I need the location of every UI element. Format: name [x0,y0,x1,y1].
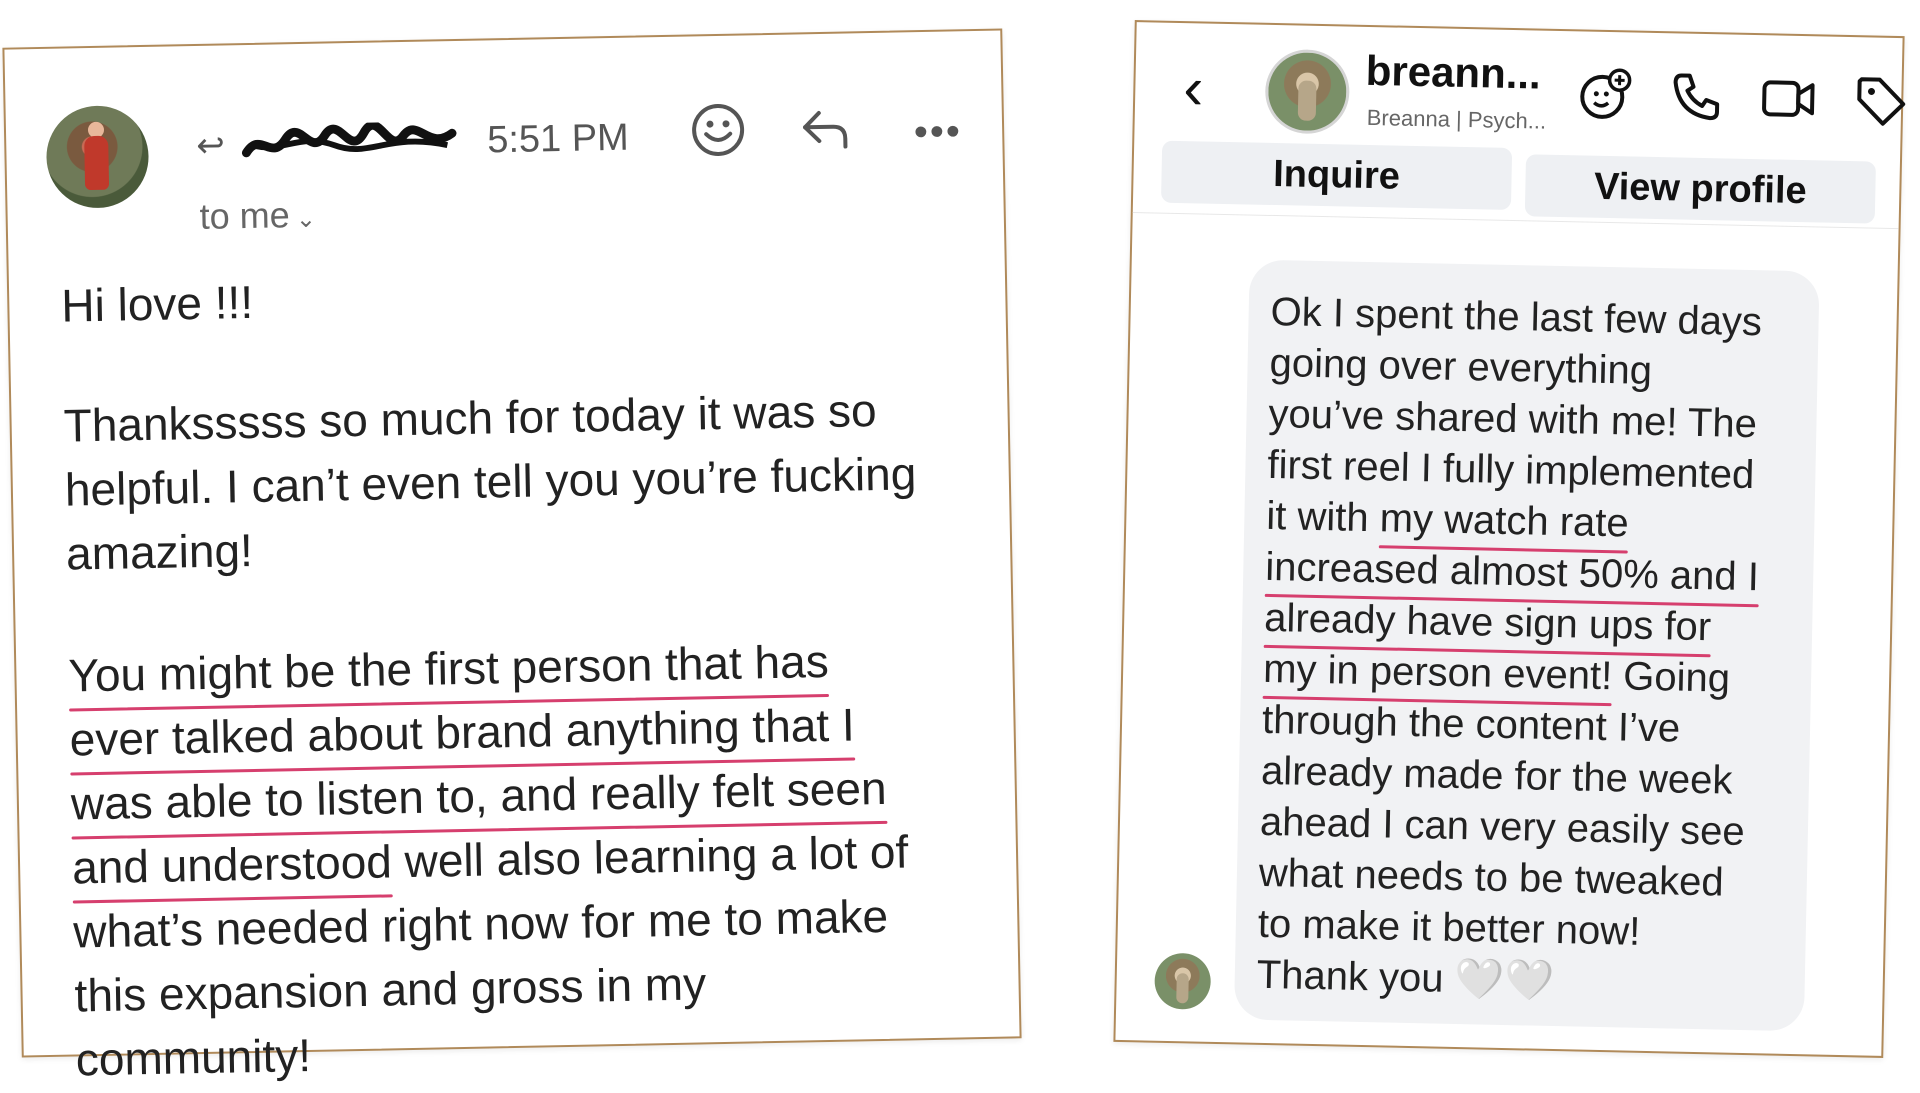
smiley-icon[interactable] [684,101,754,170]
highlighted-text: and understood [72,829,393,899]
more-horizontal-icon[interactable]: ••• [903,109,973,155]
dm-header: ‹ breann... Breanna | Psych... Inquire V… [1132,22,1906,230]
chevron-down-icon: ⌄ [295,205,317,234]
redacted-sender-name [242,121,457,158]
view-profile-button[interactable]: View profile [1524,154,1876,224]
sender-small-avatar[interactable] [1154,952,1212,1010]
recipient-toggle[interactable]: to me ⌄ [199,194,316,238]
back-chevron-icon[interactable]: ‹ [1183,53,1204,122]
add-emoji-icon[interactable] [1575,65,1634,124]
contact-subtitle: Breanna | Psych... [1366,104,1547,134]
email-time: 5:51 PM [486,116,630,161]
email-card: ↩ 5:51 PM ••• to me ⌄ Hi love !!! Thanks… [2,28,1022,1085]
text-segment: it with [1265,493,1381,541]
text-segment: Going [1611,654,1731,701]
dm-actions [1575,65,1910,130]
message-text: Ok I spent the last few days going over … [1256,287,1831,1013]
paragraph-2: You might be the first person that has e… [68,626,996,1092]
sender-avatar[interactable] [45,104,150,209]
reply-icon[interactable] [790,104,860,163]
dm-card: ‹ breann... Breanna | Psych... Inquire V… [1113,20,1906,1058]
highlighted-text: already have sign ups for [1264,593,1712,653]
reply-arrow-icon: ↩ [195,126,226,165]
contact-avatar[interactable] [1264,48,1351,135]
inquire-button[interactable]: Inquire [1160,140,1513,210]
email-header: ↩ 5:51 PM ••• [196,101,973,176]
video-icon[interactable] [1759,69,1818,128]
greeting: Hi love !!! [60,275,254,332]
text-segment: Thank you [1256,952,1456,1001]
email-body: Hi love !!! Thanksssss so much for today… [61,256,997,1092]
phone-icon[interactable] [1667,67,1726,126]
highlighted-text: my watch rate [1379,493,1629,549]
tag-icon[interactable] [1851,71,1910,130]
paragraph-1: Thanksssss so much for today it was so h… [63,376,987,586]
white-heart-icon: 🤍🤍 [1454,956,1555,1004]
text-segment: well also learning a lot of [391,825,909,888]
contact-name[interactable]: breann... [1365,47,1541,99]
to-label: to me [199,194,291,237]
highlighted-text: my in person event! [1263,644,1613,702]
